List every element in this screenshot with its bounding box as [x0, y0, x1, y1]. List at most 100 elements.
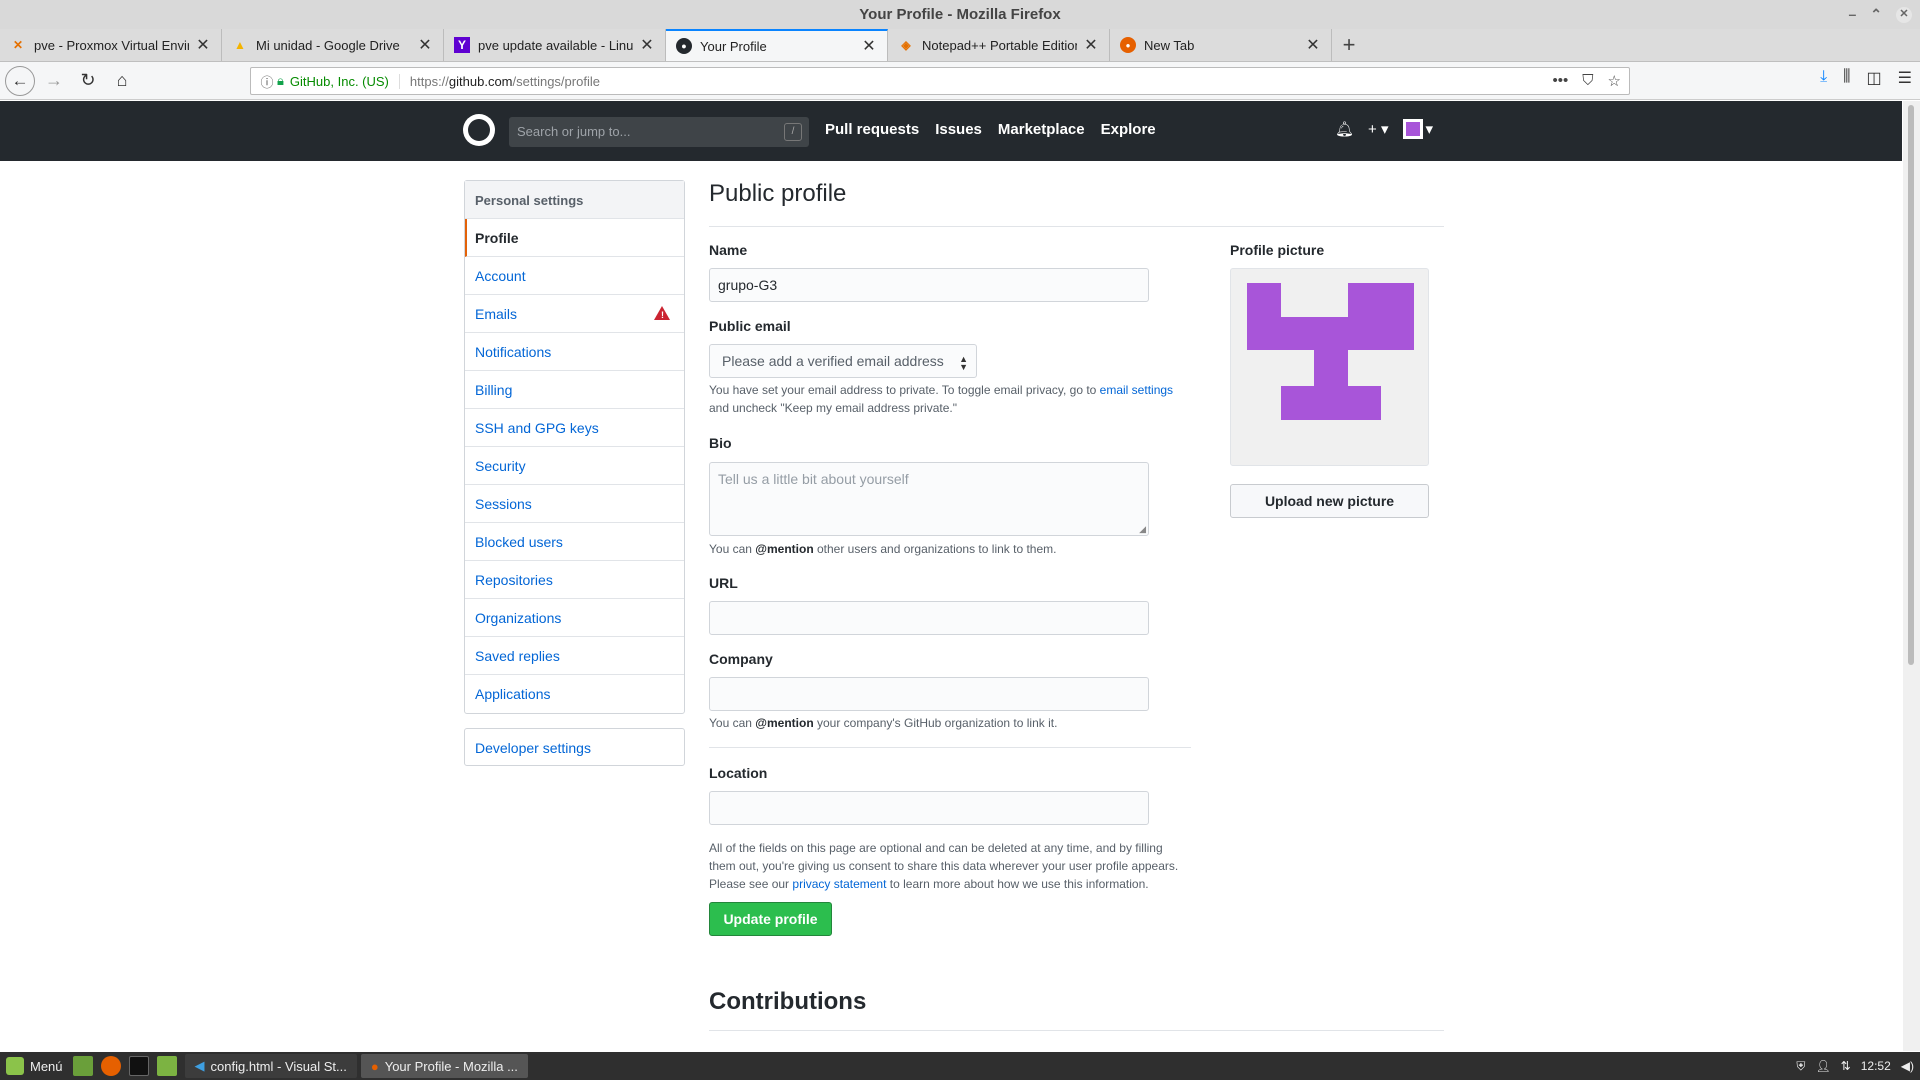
- resize-handle-icon[interactable]: ◢: [1139, 524, 1146, 535]
- contributions-divider: [709, 1030, 1444, 1031]
- bio-hint: You can @mention other users and organiz…: [709, 540, 1056, 558]
- nav-marketplace[interactable]: Marketplace: [998, 121, 1085, 138]
- sidebar-item-organizations[interactable]: Organizations: [465, 599, 684, 637]
- taskbar-window-vscode[interactable]: ◀ config.html - Visual St...: [184, 1054, 357, 1078]
- start-menu-button[interactable]: Menú: [0, 1057, 69, 1075]
- bookmark-star-icon[interactable]: ☆: [1608, 72, 1621, 90]
- warning-icon: !: [654, 306, 670, 320]
- hint-text: You can: [709, 542, 752, 556]
- tab-notepad[interactable]: ◈ Notepad++ Portable Edition d ✕: [888, 29, 1110, 61]
- name-field[interactable]: grupo-G3: [709, 268, 1149, 302]
- sidebar-item-saved-replies[interactable]: Saved replies: [465, 637, 684, 675]
- github-search-input[interactable]: Search or jump to... /: [509, 117, 809, 147]
- tab-yahoo[interactable]: Y pve update available - LinuxM ✕: [444, 29, 666, 61]
- tab-close-icon[interactable]: ✕: [861, 36, 877, 56]
- shield-icon[interactable]: ⛨: [1796, 1059, 1805, 1074]
- select-arrows-icon: ▲ ▼: [959, 354, 968, 372]
- create-new-dropdown[interactable]: + ▾: [1368, 120, 1388, 138]
- sidebar-item-blocked-users[interactable]: Blocked users: [465, 523, 684, 561]
- tab-your-profile[interactable]: ● Your Profile ✕: [666, 29, 888, 61]
- google-drive-icon: ▲: [234, 38, 246, 52]
- tab-google-drive[interactable]: ▲ Mi unidad - Google Drive ✕: [222, 29, 444, 61]
- sidebar-item-account[interactable]: Account: [465, 257, 684, 295]
- toolbar-right: ⤓ ⫼ ◫ ☰: [1820, 68, 1912, 88]
- tab-proxmox[interactable]: ✕ pve - Proxmox Virtual Environ ✕: [0, 29, 222, 61]
- terminal-icon[interactable]: [128, 1056, 149, 1076]
- update-profile-button[interactable]: Update profile: [709, 902, 832, 936]
- scrollbar-thumb[interactable]: [1908, 105, 1914, 665]
- hamburger-menu-icon[interactable]: ☰: [1898, 68, 1912, 88]
- tab-close-icon[interactable]: ✕: [417, 35, 433, 55]
- show-desktop-icon[interactable]: [72, 1056, 93, 1076]
- url-bar[interactable]: ⓘ 🔒︎ GitHub, Inc. (US) https://github.co…: [250, 67, 1630, 95]
- site-identity[interactable]: GitHub, Inc. (US): [290, 73, 400, 89]
- tab-close-icon[interactable]: ✕: [639, 35, 655, 55]
- user-menu-dropdown[interactable]: ▾: [1402, 119, 1433, 139]
- bio-textarea[interactable]: Tell us a little bit about yourself ◢: [709, 462, 1149, 536]
- info-icon[interactable]: ⓘ: [257, 72, 277, 91]
- company-field[interactable]: [709, 677, 1149, 711]
- tab-close-icon[interactable]: ✕: [1083, 35, 1099, 55]
- sidebar-icon[interactable]: ◫: [1867, 68, 1882, 88]
- github-header: Search or jump to... / Pull requests Iss…: [0, 101, 1902, 161]
- nav-issues[interactable]: Issues: [935, 121, 982, 138]
- firefox-launcher-icon[interactable]: [100, 1056, 121, 1076]
- library-icon[interactable]: ⫼: [1843, 68, 1850, 88]
- location-field[interactable]: [709, 791, 1149, 825]
- page-actions-icon[interactable]: •••: [1553, 72, 1569, 90]
- taskbar-window-label: Your Profile - Mozilla ...: [384, 1058, 518, 1074]
- sidebar-item-notifications[interactable]: Notifications: [465, 333, 684, 371]
- sidebar-item-sessions[interactable]: Sessions: [465, 485, 684, 523]
- forward-icon[interactable]: →: [39, 66, 69, 96]
- privacy-statement-link[interactable]: privacy statement: [792, 877, 886, 891]
- volume-icon[interactable]: ◀): [1901, 1059, 1914, 1073]
- reload-icon[interactable]: ↻: [73, 66, 103, 96]
- sidebar-item-developer-settings[interactable]: Developer settings: [464, 728, 685, 766]
- sidebar-item-billing[interactable]: Billing: [465, 371, 684, 409]
- sidebar-item-security[interactable]: Security: [465, 447, 684, 485]
- download-icon[interactable]: ⤓: [1820, 68, 1827, 88]
- identicon-shape: [1247, 283, 1414, 420]
- sidebar-item-ssh-gpg-keys[interactable]: SSH and GPG keys: [465, 409, 684, 447]
- urlbar-actions: ••• ⛉ ☆: [1553, 72, 1621, 90]
- os-taskbar: Menú ◀ config.html - Visual St... ● Your…: [0, 1052, 1920, 1080]
- back-icon[interactable]: ←: [5, 65, 35, 96]
- maximize-icon[interactable]: ⌃: [1870, 0, 1882, 29]
- sidebar-item-emails[interactable]: Emails!: [465, 295, 684, 333]
- profile-picture-label: Profile picture: [1230, 242, 1325, 258]
- start-menu-label: Menú: [30, 1058, 63, 1074]
- nav-explore[interactable]: Explore: [1101, 121, 1156, 138]
- tab-new-tab[interactable]: ● New Tab ✕: [1110, 29, 1332, 61]
- url-field[interactable]: [709, 601, 1149, 635]
- close-icon[interactable]: ✕: [1896, 6, 1912, 23]
- public-email-select[interactable]: Please add a verified email address ▲ ▼: [709, 344, 977, 378]
- nav-pull-requests[interactable]: Pull requests: [825, 121, 919, 138]
- consent-text: All of the fields on this page are optio…: [709, 841, 1163, 855]
- clock[interactable]: 12:52: [1861, 1059, 1891, 1073]
- tab-close-icon[interactable]: ✕: [195, 35, 211, 55]
- home-icon[interactable]: ⌂: [107, 66, 137, 96]
- new-tab-button[interactable]: +: [1332, 29, 1366, 61]
- github-logo-icon[interactable]: [463, 114, 495, 146]
- email-settings-link[interactable]: email settings: [1100, 383, 1173, 397]
- minimize-icon[interactable]: –: [1848, 0, 1856, 29]
- sidebar-item-applications[interactable]: Applications: [465, 675, 684, 713]
- proxmox-icon: ✕: [12, 38, 24, 52]
- network-icon[interactable]: ⇅: [1841, 1059, 1851, 1073]
- sidebar-item-repositories[interactable]: Repositories: [465, 561, 684, 599]
- company-label: Company: [709, 651, 773, 667]
- tab-close-icon[interactable]: ✕: [1305, 35, 1321, 55]
- notepad-icon: ◈: [901, 38, 911, 52]
- notifications-bell-icon[interactable]: 🔔︎: [1335, 120, 1354, 138]
- user-icon[interactable]: 👤︎: [1815, 1059, 1830, 1073]
- pocket-icon[interactable]: ⛉: [1582, 72, 1593, 90]
- vscode-icon: ◀: [194, 1058, 205, 1073]
- consent-text: Please see our: [709, 877, 790, 891]
- upload-new-picture-button[interactable]: Upload new picture: [1230, 484, 1429, 518]
- taskbar-window-firefox[interactable]: ● Your Profile - Mozilla ...: [360, 1054, 528, 1078]
- files-icon[interactable]: [156, 1056, 177, 1076]
- page-scrollbar[interactable]: [1903, 101, 1920, 1051]
- sidebar-item-profile[interactable]: Profile: [465, 219, 684, 257]
- section-divider: [709, 747, 1191, 748]
- url-text[interactable]: https://github.com/settings/profile: [400, 74, 600, 89]
